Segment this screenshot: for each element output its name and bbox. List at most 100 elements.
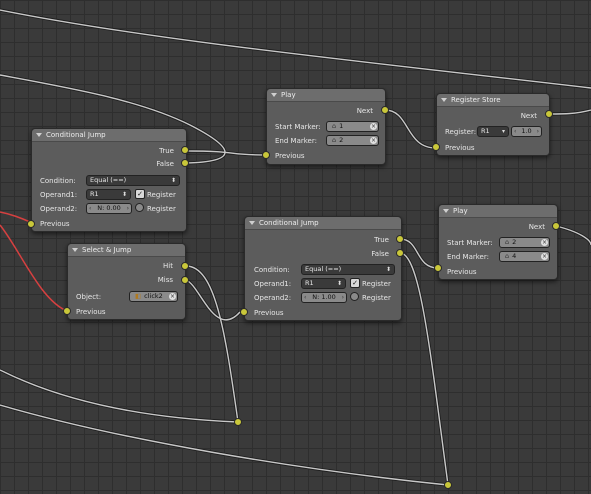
register-value: 1.0 [521, 127, 532, 135]
reroute-socket[interactable] [444, 481, 452, 489]
collapse-icon[interactable] [249, 221, 255, 225]
marker-icon: ⌂ [505, 238, 510, 246]
start-marker-field[interactable]: ⌂ 2 × [499, 237, 550, 248]
condition-select[interactable]: Equal (==) ⬍ [86, 175, 180, 186]
node-header[interactable]: Select & Jump [68, 244, 185, 257]
hit-output-label: Hit [163, 262, 173, 270]
node-header[interactable]: Play [439, 205, 557, 218]
condition-label: Condition: [254, 266, 290, 274]
node-title: Conditional Jump [259, 219, 319, 227]
true-output-label: True [374, 236, 389, 244]
operand1-select[interactable]: R1 ⬍ [301, 278, 346, 289]
register2-label: Register [147, 205, 176, 213]
node-header[interactable]: Conditional Jump [245, 217, 401, 230]
collapse-icon[interactable] [72, 248, 78, 252]
object-icon: ◧ [135, 292, 142, 300]
play-node[interactable]: Play Next Start Marker: ⌂ 1 × End Marker:… [266, 88, 386, 165]
operand1-select[interactable]: R1 ⬍ [86, 189, 131, 200]
next-output-socket[interactable] [381, 106, 389, 114]
dropdown-icon: ▾ [501, 128, 505, 135]
condition-select[interactable]: Equal (==) ⬍ [301, 264, 395, 275]
register-select-value: R1 [481, 127, 490, 135]
next-output-socket[interactable] [552, 222, 560, 230]
miss-output-socket[interactable] [181, 276, 189, 284]
clear-icon[interactable]: × [370, 137, 377, 144]
increment-icon[interactable]: › [127, 204, 129, 213]
collapse-icon[interactable] [441, 98, 447, 102]
decrement-icon[interactable]: ‹ [89, 204, 91, 213]
collapse-icon[interactable] [36, 133, 42, 137]
select-jump-node[interactable]: Select & Jump Hit Miss Object: ◧ click2 ×… [67, 243, 186, 320]
play-node[interactable]: Play Next Start Marker: ⌂ 2 × End Marker:… [438, 204, 558, 280]
clear-icon[interactable]: × [370, 123, 377, 130]
true-output-socket[interactable] [181, 146, 189, 154]
clear-icon[interactable]: × [541, 253, 548, 260]
false-output-label: False [371, 250, 389, 258]
register1-label: Register [147, 191, 176, 199]
object-value: click2 [144, 292, 163, 300]
previous-input-socket[interactable] [434, 264, 442, 272]
node-title: Play [453, 207, 468, 215]
end-marker-field[interactable]: ⌂ 2 × [326, 135, 379, 146]
register-store-node[interactable]: Register Store Next Register: R1 ▾ ‹ 1.0 › … [436, 93, 550, 156]
register1-checkbox[interactable]: ✓ [135, 189, 145, 199]
register-value-field[interactable]: ‹ 1.0 › [511, 126, 542, 137]
increment-icon[interactable]: › [342, 293, 344, 302]
previous-input-socket[interactable] [432, 143, 440, 151]
previous-input-socket[interactable] [240, 308, 248, 316]
dropdown-icon: ⬍ [336, 280, 342, 287]
next-output-label: Next [356, 107, 373, 115]
next-output-socket[interactable] [545, 110, 553, 118]
true-output-label: True [159, 147, 174, 155]
register2-radio[interactable] [135, 203, 144, 212]
false-output-socket[interactable] [396, 249, 404, 257]
next-output-label: Next [520, 112, 537, 120]
conditional-jump-node[interactable]: Conditional Jump True False Condition: E… [244, 216, 402, 321]
node-title: Select & Jump [82, 246, 132, 254]
start-marker-label: Start Marker: [447, 239, 493, 247]
operand1-select-value: R1 [305, 279, 314, 287]
node-header[interactable]: Conditional Jump [32, 129, 186, 142]
previous-input-socket[interactable] [262, 151, 270, 159]
register2-radio[interactable] [350, 292, 359, 301]
start-marker-field[interactable]: ⌂ 1 × [326, 121, 379, 132]
true-output-socket[interactable] [396, 235, 404, 243]
register-select[interactable]: R1 ▾ [477, 126, 509, 137]
previous-input-socket[interactable] [27, 220, 35, 228]
operand2-value: N: 1.00 [312, 293, 336, 301]
decrement-icon[interactable]: ‹ [304, 293, 306, 302]
object-field[interactable]: ◧ click2 × [129, 291, 178, 302]
next-output-label: Next [528, 223, 545, 231]
register1-checkbox[interactable]: ✓ [350, 278, 360, 288]
operand1-select-value: R1 [90, 190, 99, 198]
collapse-icon[interactable] [443, 209, 449, 213]
increment-icon[interactable]: › [537, 127, 539, 136]
operand2-field[interactable]: ‹ N: 1.00 › [301, 292, 347, 303]
false-output-socket[interactable] [181, 159, 189, 167]
end-marker-field[interactable]: ⌂ 4 × [499, 251, 550, 262]
previous-input-label: Previous [445, 144, 475, 152]
hit-output-socket[interactable] [181, 262, 189, 270]
previous-input-label: Previous [40, 220, 70, 228]
previous-input-label: Previous [254, 309, 284, 317]
node-header[interactable]: Register Store [437, 94, 549, 107]
collapse-icon[interactable] [271, 93, 277, 97]
previous-input-socket[interactable] [63, 307, 71, 315]
previous-input-label: Previous [275, 152, 305, 160]
node-header[interactable]: Play [267, 89, 385, 102]
register-label: Register: [445, 128, 477, 136]
clear-icon[interactable]: × [541, 239, 548, 246]
condition-label: Condition: [40, 177, 76, 185]
node-title: Register Store [451, 96, 501, 104]
condition-select-value: Equal (==) [305, 265, 342, 273]
end-marker-label: End Marker: [447, 253, 489, 261]
conditional-jump-node[interactable]: Conditional Jump True False Condition: E… [31, 128, 187, 232]
reroute-socket[interactable] [234, 418, 242, 426]
decrement-icon[interactable]: ‹ [514, 127, 516, 136]
dropdown-icon: ⬍ [385, 266, 391, 273]
operand2-field[interactable]: ‹ N: 0.00 › [86, 203, 132, 214]
operand2-value: N: 0.00 [97, 204, 121, 212]
end-marker-label: End Marker: [275, 137, 317, 145]
operand1-label: Operand1: [254, 280, 292, 288]
clear-icon[interactable]: × [169, 293, 176, 300]
